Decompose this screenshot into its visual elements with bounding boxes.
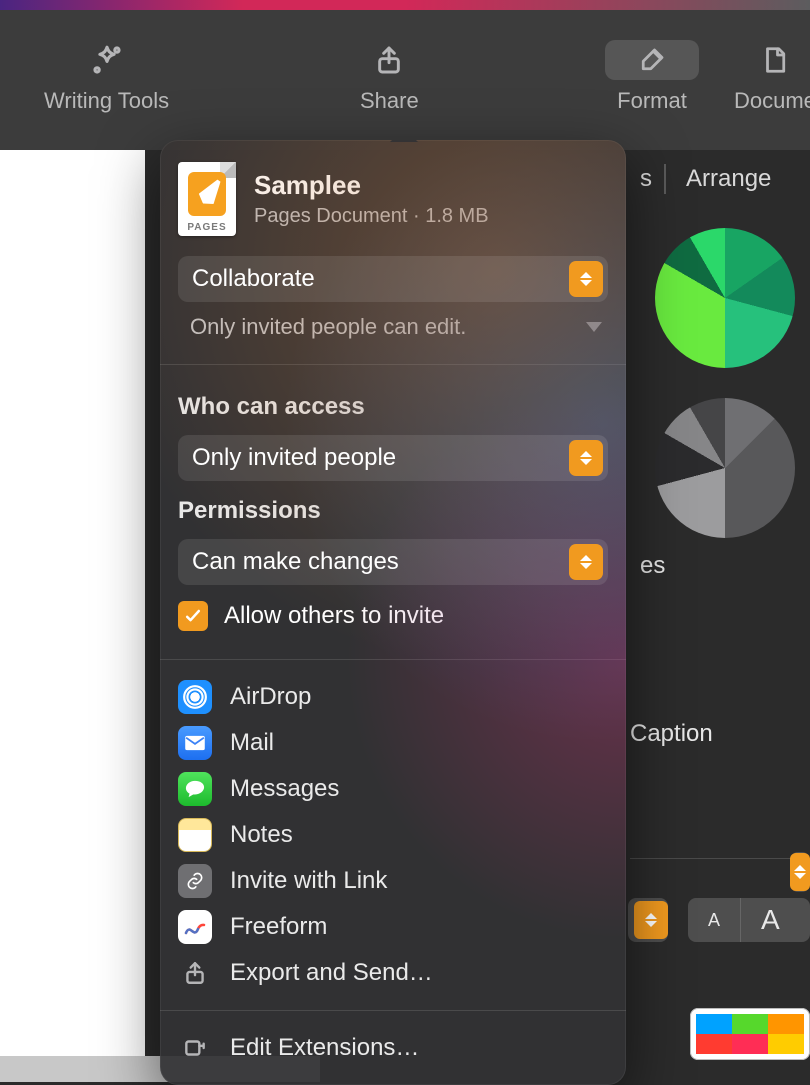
- chevron-updown-icon: [569, 544, 603, 580]
- toolbar-item-share[interactable]: Share: [360, 40, 419, 114]
- swatch-red[interactable]: [696, 1034, 732, 1054]
- inspector-caption-label: Caption: [630, 720, 810, 748]
- share-item-mail[interactable]: Mail: [170, 720, 616, 766]
- swatch-yellow[interactable]: [768, 1034, 804, 1054]
- edit-extensions-item[interactable]: Edit Extensions…: [170, 1025, 616, 1071]
- inspector-panel: s Arrange es Caption: [630, 150, 810, 1082]
- select-label: Collaborate: [192, 265, 315, 293]
- share-icon: [373, 40, 405, 80]
- swatch-green[interactable]: [732, 1014, 768, 1034]
- share-item-label: Invite with Link: [230, 867, 387, 895]
- chevron-updown-icon: [569, 261, 603, 297]
- separator: [160, 364, 626, 365]
- extensions-icon: [178, 1031, 212, 1065]
- share-item-label: Mail: [230, 729, 274, 757]
- airdrop-icon: [178, 680, 212, 714]
- permissions-select[interactable]: Can make changes: [178, 539, 608, 585]
- divider: [664, 164, 666, 194]
- toolbar-label: Writing Tools: [44, 88, 169, 114]
- share-destinations-list: AirDrop Mail Messages Notes Invite with …: [160, 666, 626, 1004]
- permissions-heading: Permissions: [160, 481, 626, 539]
- share-document-title: Samplee: [254, 170, 489, 201]
- color-palette[interactable]: [690, 1008, 810, 1060]
- text-size-large[interactable]: A: [741, 898, 800, 942]
- toolbar-label: Share: [360, 88, 419, 114]
- share-item-label: Export and Send…: [230, 959, 433, 987]
- swatch-pink[interactable]: [732, 1034, 768, 1054]
- separator: [630, 858, 810, 859]
- share-document-subtitle: Pages Document · 1.8 MB: [254, 205, 489, 228]
- pages-document-icon: PAGES: [178, 162, 236, 236]
- share-item-freeform[interactable]: Freeform: [170, 904, 616, 950]
- share-item-export-send[interactable]: Export and Send…: [170, 950, 616, 996]
- window-top-stripe: [0, 0, 810, 10]
- chart-style-pie-green[interactable]: [655, 228, 795, 368]
- toolbar-item-writing-tools[interactable]: Writing Tools: [44, 40, 169, 114]
- font-size-stepper[interactable]: [628, 898, 668, 942]
- separator: [160, 659, 626, 660]
- inspector-tab-arrange[interactable]: Arrange: [686, 165, 771, 193]
- share-item-label: Notes: [230, 821, 293, 849]
- disclosure-label: Only invited people can edit.: [190, 314, 466, 340]
- text-size-segmented[interactable]: A A: [688, 898, 810, 942]
- who-can-access-heading: Who can access: [160, 371, 626, 435]
- chevron-updown-icon: [569, 440, 603, 476]
- select-label: Only invited people: [192, 444, 396, 472]
- collaborate-detail-disclosure[interactable]: Only invited people can edit.: [160, 302, 626, 358]
- separator: [160, 1010, 626, 1011]
- share-popover: PAGES Samplee Pages Document · 1.8 MB Co…: [160, 140, 626, 1085]
- messages-icon: [178, 772, 212, 806]
- share-item-label: Freeform: [230, 913, 327, 941]
- toolbar-label: Docume: [734, 88, 810, 114]
- share-item-notes[interactable]: Notes: [170, 812, 616, 858]
- toolbar-item-document[interactable]: Docume: [734, 40, 810, 114]
- mail-icon: [178, 726, 212, 760]
- chevron-down-icon: [586, 322, 602, 332]
- share-item-messages[interactable]: Messages: [170, 766, 616, 812]
- edit-extensions-label: Edit Extensions…: [230, 1034, 419, 1062]
- share-item-label: Messages: [230, 775, 339, 803]
- chart-style-pie-gray[interactable]: [655, 398, 795, 538]
- app-toolbar: t Writing Tools Share Format Docume: [0, 10, 810, 150]
- swatch-orange[interactable]: [768, 1014, 804, 1034]
- document-icon: [760, 40, 790, 80]
- chevron-updown-icon: [790, 853, 810, 891]
- swatch-blue[interactable]: [696, 1014, 732, 1034]
- popover-arrow: [390, 140, 418, 142]
- notes-icon: [178, 818, 212, 852]
- document-canvas[interactable]: [0, 150, 145, 1056]
- checkbox-checked-icon[interactable]: [178, 601, 208, 631]
- font-style-dropdown-partial[interactable]: [790, 852, 810, 892]
- text-size-small[interactable]: A: [688, 898, 741, 942]
- share-item-label: AirDrop: [230, 683, 311, 711]
- toolbar-label: Format: [617, 88, 687, 114]
- inspector-label-partial: es: [640, 552, 810, 580]
- inspector-tab-partial[interactable]: s: [640, 165, 652, 193]
- share-item-invite-link[interactable]: Invite with Link: [170, 858, 616, 904]
- checkbox-label: Allow others to invite: [224, 602, 444, 630]
- chevron-updown-icon: [634, 901, 668, 939]
- share-item-airdrop[interactable]: AirDrop: [170, 674, 616, 720]
- export-icon: [178, 956, 212, 990]
- select-label: Can make changes: [192, 548, 399, 576]
- who-can-access-select[interactable]: Only invited people: [178, 435, 608, 481]
- allow-others-to-invite-row[interactable]: Allow others to invite: [160, 585, 626, 653]
- paintbrush-icon: [605, 40, 699, 80]
- link-icon: [178, 864, 212, 898]
- collaborate-mode-select[interactable]: Collaborate: [178, 256, 608, 302]
- toolbar-item-format[interactable]: Format: [605, 40, 699, 114]
- freeform-icon: [178, 910, 212, 944]
- sparkle-icon: [90, 40, 124, 80]
